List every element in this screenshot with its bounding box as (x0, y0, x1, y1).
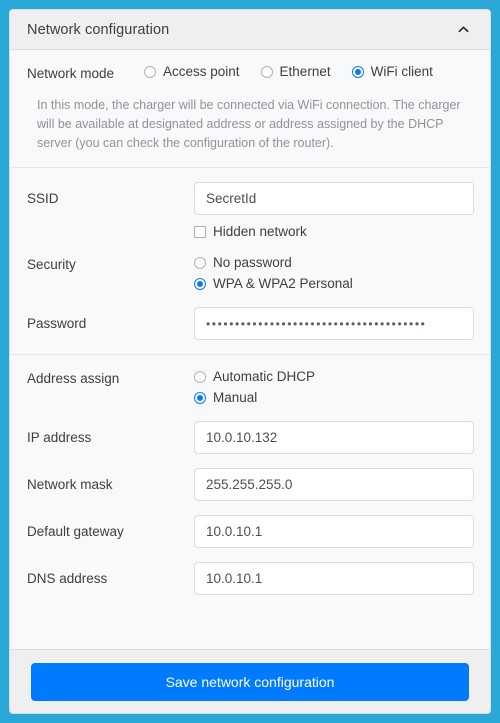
network-mask-input[interactable]: 255.255.255.0 (194, 468, 474, 501)
save-network-configuration-button[interactable]: Save network configuration (31, 662, 469, 701)
dns-address-label: DNS address (27, 571, 108, 586)
radio-label-wifi-client: WiFi client (370, 64, 433, 79)
radio-label-no-password: No password (213, 255, 292, 270)
panel-header[interactable]: Network configuration (10, 10, 490, 50)
radio-icon-wpa-wpa2-personal (194, 278, 206, 290)
network-mask-label: Network mask (27, 477, 113, 492)
radio-automatic-dhcp[interactable]: Automatic DHCP (194, 368, 315, 386)
network-mode-row: Network mode Access point Ethernet WiFi … (10, 50, 490, 83)
network-mode-options: Access point Ethernet WiFi client (144, 63, 433, 81)
radio-icon-no-password (194, 257, 206, 269)
chevron-up-icon[interactable] (456, 23, 470, 37)
security-options: No password WPA & WPA2 Personal (194, 254, 353, 293)
checkbox-hidden-network[interactable]: Hidden network (194, 223, 307, 241)
checkbox-label-hidden-network: Hidden network (213, 224, 307, 239)
address-assign-options: Automatic DHCP Manual (194, 368, 315, 407)
ip-address-row: IP address 10.0.10.132 (10, 421, 490, 454)
radio-no-password[interactable]: No password (194, 254, 353, 272)
network-mask-row: Network mask 255.255.255.0 (10, 468, 490, 501)
hidden-network-row: Hidden network (10, 223, 490, 241)
security-row: Security No password WPA & WPA2 Personal (10, 254, 490, 293)
divider-1 (10, 167, 490, 168)
security-label: Security (27, 257, 76, 272)
radio-label-automatic-dhcp: Automatic DHCP (213, 369, 316, 384)
panel-footer: Save network configuration (10, 649, 490, 713)
password-row: Password •••••••••••••••••••••••••••••••… (10, 307, 490, 340)
password-label: Password (27, 316, 87, 331)
network-configuration-panel: Network configuration Network mode Acces… (9, 9, 491, 714)
radio-icon-access-point (144, 66, 156, 78)
radio-label-ethernet: Ethernet (279, 64, 331, 79)
radio-icon-ethernet (260, 66, 273, 78)
dns-address-input[interactable]: 10.0.10.1 (194, 562, 474, 595)
radio-icon-automatic-dhcp (194, 371, 206, 383)
radio-icon-wifi-client (351, 66, 364, 78)
page-title: Network configuration (27, 21, 170, 38)
default-gateway-row: Default gateway 10.0.10.1 (10, 515, 490, 548)
radio-label-access-point: Access point (163, 64, 240, 79)
radio-label-manual: Manual (213, 390, 258, 405)
ip-address-input[interactable]: 10.0.10.132 (194, 421, 474, 454)
ssid-row: SSID SecretId (10, 182, 490, 215)
ip-address-label: IP address (27, 430, 92, 445)
password-input[interactable]: •••••••••••••••••••••••••••••••••••••• (194, 307, 474, 340)
radio-access-point[interactable]: Access point (144, 63, 240, 81)
radio-label-wpa-wpa2-personal: WPA & WPA2 Personal (213, 276, 353, 291)
panel-body: Network mode Access point Ethernet WiFi … (10, 50, 490, 649)
radio-wpa-wpa2-personal[interactable]: WPA & WPA2 Personal (194, 275, 353, 293)
ssid-input[interactable]: SecretId (194, 182, 474, 215)
radio-ethernet[interactable]: Ethernet (260, 63, 331, 81)
radio-wifi-client[interactable]: WiFi client (351, 63, 433, 81)
default-gateway-input[interactable]: 10.0.10.1 (194, 515, 474, 548)
checkbox-icon-hidden-network (194, 226, 206, 238)
network-mode-label: Network mode (27, 66, 115, 81)
mode-description: In this mode, the charger will be connec… (37, 98, 461, 150)
address-assign-row: Address assign Automatic DHCP Manual (10, 368, 490, 407)
radio-manual[interactable]: Manual (194, 389, 315, 407)
divider-2 (10, 354, 490, 355)
address-assign-label: Address assign (27, 371, 120, 386)
ssid-label: SSID (27, 191, 59, 206)
radio-icon-manual (194, 392, 206, 404)
dns-address-row: DNS address 10.0.10.1 (10, 562, 490, 595)
default-gateway-label: Default gateway (27, 524, 124, 539)
